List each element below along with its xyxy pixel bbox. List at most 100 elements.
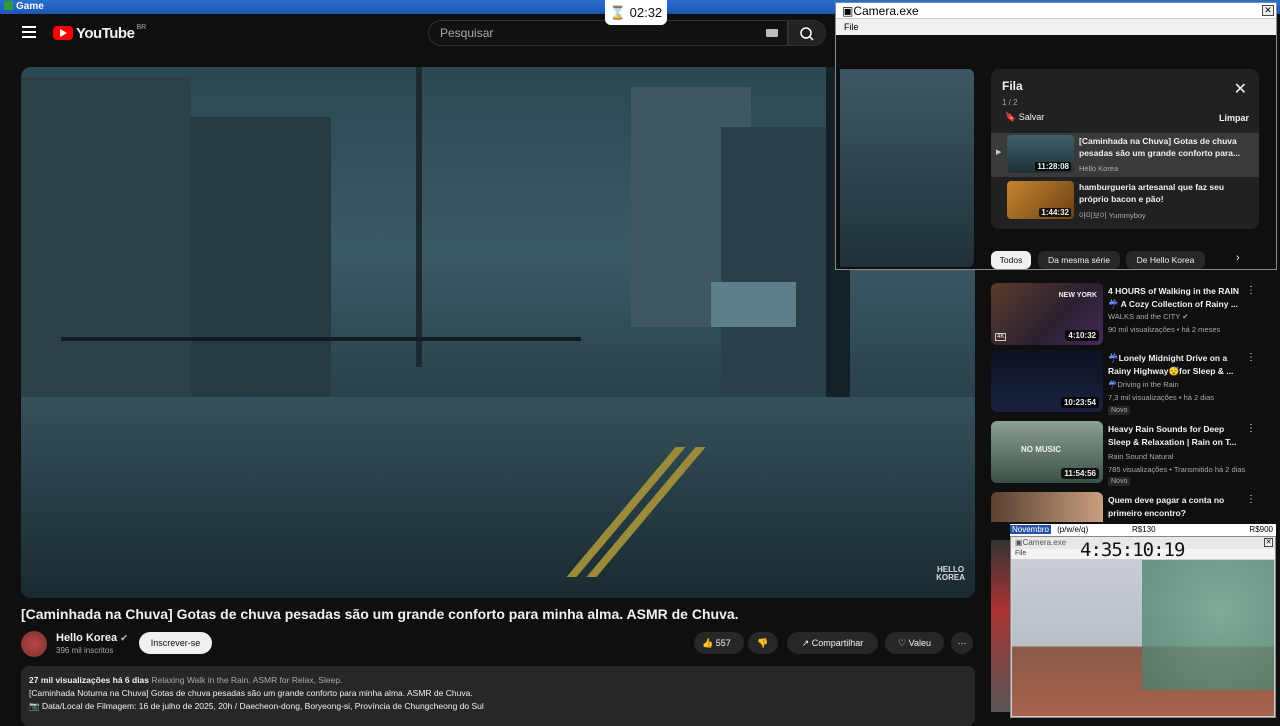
youtube-play-icon <box>53 26 73 40</box>
queue-item-title: hamburgueria artesanal que faz seu própr… <box>1079 182 1225 204</box>
queue-item-channel: 야미보이 Yummyboy <box>1079 211 1146 220</box>
recommendation-channel: WALKS and the CITY ✔ <box>1108 312 1189 321</box>
channel-name[interactable]: Hello Korea ✔ <box>56 632 128 644</box>
recommendation-item[interactable]: NEW YORK 4K 4:10:32 4 HOURS of Walking i… <box>991 283 1276 349</box>
recommendation-channel: ☔Driving in the Rain <box>1108 380 1179 389</box>
queue-panel: Fila 1 / 2 ✕ 🔖 Salvar Limpar ▶ 11:28:08 … <box>991 69 1259 229</box>
like-button[interactable]: 👍 557 <box>694 632 744 654</box>
more-options-icon[interactable]: ⋮ <box>1246 494 1256 505</box>
queue-item[interactable]: ▶ 11:28:08 [Caminhada na Chuva] Gotas de… <box>991 133 1259 177</box>
more-actions-button[interactable]: ⋯ <box>951 632 973 654</box>
duration: 11:54:56 <box>1061 468 1099 479</box>
expense-tracker-bar: Novembro (p/w/e/q) R$130 R$900 <box>1010 524 1276 536</box>
camera-window-titlebar[interactable]: ▣Camera.exe ✕ <box>836 3 1276 19</box>
timer-overlay: ⌛ 02:32 <box>605 0 667 25</box>
chip-same-series[interactable]: Da mesma série <box>1038 251 1120 269</box>
share-button[interactable]: ↗ Compartilhar <box>787 632 878 654</box>
4k-badge-icon: 4K <box>995 333 1007 341</box>
duration: 10:23:54 <box>1060 397 1099 408</box>
pole <box>416 67 422 367</box>
recommendation-meta: 90 mil visualizações • há 2 meses <box>1108 325 1221 334</box>
menu-icon[interactable] <box>22 26 36 38</box>
chevron-right-icon[interactable]: › <box>1236 252 1240 264</box>
thumbnail-text: NO MUSIC <box>1021 445 1061 454</box>
verified-icon: ✔ <box>120 633 128 643</box>
queue-item-title: [Caminhada na Chuva] Gotas de chuva pesa… <box>1079 136 1241 158</box>
save-queue-button[interactable]: 🔖 Salvar <box>1005 112 1044 123</box>
more-options-icon[interactable]: ⋮ <box>1246 352 1256 363</box>
close-icon[interactable]: ✕ <box>1262 5 1274 16</box>
super-thanks-icon: ♡ <box>898 638 907 648</box>
more-options-icon[interactable]: ⋮ <box>1246 423 1256 434</box>
new-badge: Novo <box>1108 477 1131 486</box>
recommendation-thumbnail: NEW YORK 4K 4:10:32 <box>991 283 1103 345</box>
channel-avatar[interactable] <box>21 631 47 657</box>
close-icon[interactable]: ✕ <box>1234 82 1247 98</box>
webcam-feed <box>1012 560 1274 716</box>
timer-value: 02:32 <box>629 5 663 20</box>
more-options-icon[interactable]: ⋮ <box>1246 285 1256 296</box>
subscribe-button[interactable]: Inscrever-se <box>139 632 212 654</box>
share-icon: ↗ <box>801 638 810 648</box>
queue-count: 1 / 2 <box>1002 98 1018 107</box>
chip-all[interactable]: Todos <box>991 251 1031 269</box>
clock-overlay: 4:35:10:19 <box>1080 539 1185 561</box>
thumbnail-text: NEW YORK <box>1058 292 1097 299</box>
video-title: [Caminhada na Chuva] Gotas de chuva pesa… <box>21 606 739 622</box>
recommendation-title: 4 HOURS of Walking in the RAIN ☔ A Cozy … <box>1108 286 1239 309</box>
recommendation-thumbnail: NO MUSIC 11:54:56 <box>991 421 1103 483</box>
recommendation-meta: 7,3 mil visualizações • há 2 dias <box>1108 393 1215 402</box>
camera-app-icon: ▣ <box>842 4 854 18</box>
game-title: Game <box>16 1 44 12</box>
thanks-label: Valeu <box>908 638 931 648</box>
clear-queue-button[interactable]: Limpar <box>1219 113 1249 123</box>
share-label: Compartilhar <box>811 638 864 648</box>
recommendation-item[interactable]: NO MUSIC 11:54:56 Heavy Rain Sounds for … <box>991 421 1276 487</box>
tracker-value: R$900 <box>1249 525 1273 534</box>
tracker-month: Novembro <box>1010 525 1051 534</box>
recommendation-title: ☔Lonely Midnight Drive on a Rainy Highwa… <box>1108 353 1234 376</box>
logo-text: YouTube <box>76 24 135 42</box>
save-label: Salvar <box>1018 112 1045 122</box>
thumbs-up-icon: 👍 <box>702 638 714 648</box>
road <box>21 397 975 598</box>
thanks-button[interactable]: ♡ Valeu <box>885 632 944 654</box>
queue-item[interactable]: 1:44:32 hamburgueria artesanal que faz s… <box>991 179 1259 223</box>
youtube-logo[interactable]: YouTube BR <box>53 24 146 42</box>
tracker-value: R$130 <box>1132 525 1156 534</box>
thumbs-down-icon: 👎 <box>757 638 769 648</box>
close-icon[interactable]: ✕ <box>1264 538 1273 547</box>
recommendation-thumbnail: 10:23:54 <box>991 350 1103 412</box>
building <box>721 127 831 407</box>
recommendation-thumbnail <box>991 492 1103 522</box>
recommendation-item[interactable]: Quem deve pagar a conta no primeiro enco… <box>991 492 1276 522</box>
duration: 4:10:32 <box>1065 330 1099 341</box>
recommendation-title: Heavy Rain Sounds for Deep Sleep & Relax… <box>1108 424 1237 447</box>
tracker-hint: (p/w/e/q) <box>1057 525 1089 534</box>
bookmark-icon: 🔖 <box>1005 112 1017 122</box>
recommendation-title: Quem deve pagar a conta no primeiro enco… <box>1108 495 1225 518</box>
dislike-button[interactable]: 👎 <box>748 632 778 654</box>
camera-window-title: Camera.exe <box>853 4 919 18</box>
queue-item-channel: Hello Korea <box>1079 164 1119 173</box>
building <box>191 117 331 397</box>
chip-from-channel[interactable]: De Hello Korea <box>1126 251 1205 269</box>
subscriber-count: 396 mil inscritos <box>56 646 114 655</box>
description-line: [Caminhada Noturna na Chuva] Gotas de ch… <box>29 688 473 698</box>
building <box>21 77 191 397</box>
description-line: 📷 Data/Local de Filmagem: 16 de julho de… <box>29 701 484 711</box>
verified-icon: ✔ <box>1182 312 1189 321</box>
recommendation-item[interactable]: 10:23:54 ☔Lonely Midnight Drive on a Rai… <box>991 350 1276 416</box>
search-button[interactable] <box>788 20 826 46</box>
recommendation-thumbnail <box>991 540 1011 712</box>
recommendation-channel: Rain Sound Natural <box>1108 452 1174 461</box>
game-icon <box>4 1 13 10</box>
video-player[interactable]: HELLO KOREA <box>21 67 975 598</box>
railing <box>61 337 581 341</box>
description-box[interactable]: 27 mil visualizações há 6 dias Relaxing … <box>21 666 975 726</box>
camera-window-title: Camera.exe <box>1022 538 1067 547</box>
keyboard-icon[interactable] <box>766 29 778 37</box>
queue-thumbnail: 11:28:08 <box>1007 135 1074 173</box>
file-menu[interactable]: File <box>836 19 1276 35</box>
cloth-pattern <box>1142 560 1274 690</box>
